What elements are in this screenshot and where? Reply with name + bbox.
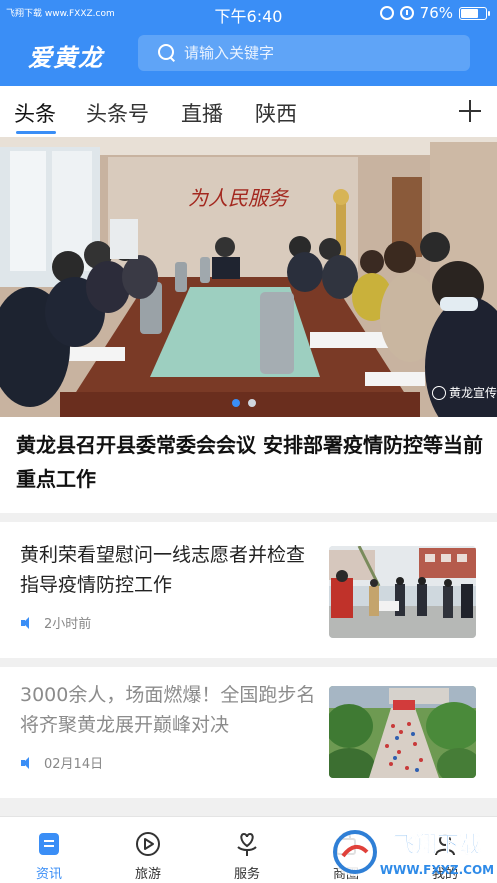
tab-shaanxi[interactable]: 陕西 [255, 98, 297, 128]
tab-headline-accounts[interactable]: 头条号 [86, 98, 149, 128]
tab-live[interactable]: 直播 [181, 98, 223, 128]
search-icon [158, 44, 176, 62]
search-input[interactable] [184, 44, 444, 62]
news-time: 2小时前 [44, 617, 92, 632]
nav-label: 旅游 [134, 867, 161, 882]
news-title: 黄利荣看望慰问一线志愿者并检查指导疫情防控工作 [20, 544, 306, 596]
speaker-icon[interactable] [20, 616, 34, 630]
active-tab-indicator [16, 131, 56, 134]
carousel-dot-1[interactable] [232, 399, 240, 407]
speaker-icon[interactable] [20, 756, 34, 770]
battery-percent: 76% [419, 4, 453, 22]
nav-label: 资讯 [35, 867, 62, 882]
rotation-lock-icon [379, 6, 394, 20]
news-icon [36, 831, 62, 857]
section-divider [0, 513, 497, 522]
app-header: 飞翔下载 www.FXXZ.com 下午6:40 76% 爱黄龙 [0, 0, 497, 86]
news-thumbnail [329, 686, 476, 778]
battery-icon [459, 6, 490, 20]
nav-item-travel[interactable]: 旅游 [113, 831, 183, 882]
news-meta: 02月14日 [20, 753, 103, 772]
wechat-icon [431, 385, 446, 400]
app-logo[interactable]: 爱黄龙 [28, 38, 103, 73]
play-icon [135, 831, 161, 857]
carousel-dot-2[interactable] [248, 399, 256, 407]
news-title: 3000余人，场面燃爆！全国跑步名将齐聚黄龙展开巅峰对决 [20, 684, 316, 736]
banner-wall-text: 为人民服务 [188, 186, 290, 210]
corner-watermark: 飞翔下载 WWW.FXXZ.COM [327, 822, 497, 883]
banner-headline[interactable]: 黄龙县召开县委常委会会议 安排部署疫情防控等当前重点工作 [16, 428, 486, 496]
banner-photo: 为人民服务 [0, 137, 497, 417]
banner-carousel[interactable]: 为人民服务 黄龙宣传 [0, 137, 497, 417]
tab-headlines[interactable]: 头条 [14, 98, 56, 128]
banner-watermark: 黄龙宣传 [431, 384, 497, 401]
watermark-brand: 飞翔下载 [393, 832, 481, 858]
nav-item-news[interactable]: 资讯 [14, 831, 84, 882]
heart-hand-icon [234, 831, 260, 857]
alarm-icon [399, 6, 414, 20]
news-item[interactable]: 黄利荣看望慰问一线志愿者并检查指导疫情防控工作 2小时前 [0, 522, 497, 658]
status-right: 76% [379, 4, 490, 22]
news-time: 02月14日 [44, 757, 104, 772]
nav-label: 服务 [233, 867, 260, 882]
carousel-indicator [232, 399, 256, 407]
status-bar: 飞翔下载 www.FXXZ.com 下午6:40 76% [0, 0, 497, 26]
news-item[interactable]: 3000余人，场面燃爆！全国跑步名将齐聚黄龙展开巅峰对决 02月14日 [0, 662, 497, 798]
search-bar[interactable] [138, 35, 470, 71]
news-thumbnail [329, 546, 476, 638]
channel-tabs: 头条 头条号 直播 陕西 [0, 86, 497, 137]
nav-item-service[interactable]: 服务 [212, 831, 282, 882]
section-divider [0, 798, 497, 816]
add-channel-icon[interactable] [459, 100, 481, 122]
watermark-url: WWW.FXXZ.COM [380, 863, 494, 877]
news-meta: 2小时前 [20, 613, 91, 632]
